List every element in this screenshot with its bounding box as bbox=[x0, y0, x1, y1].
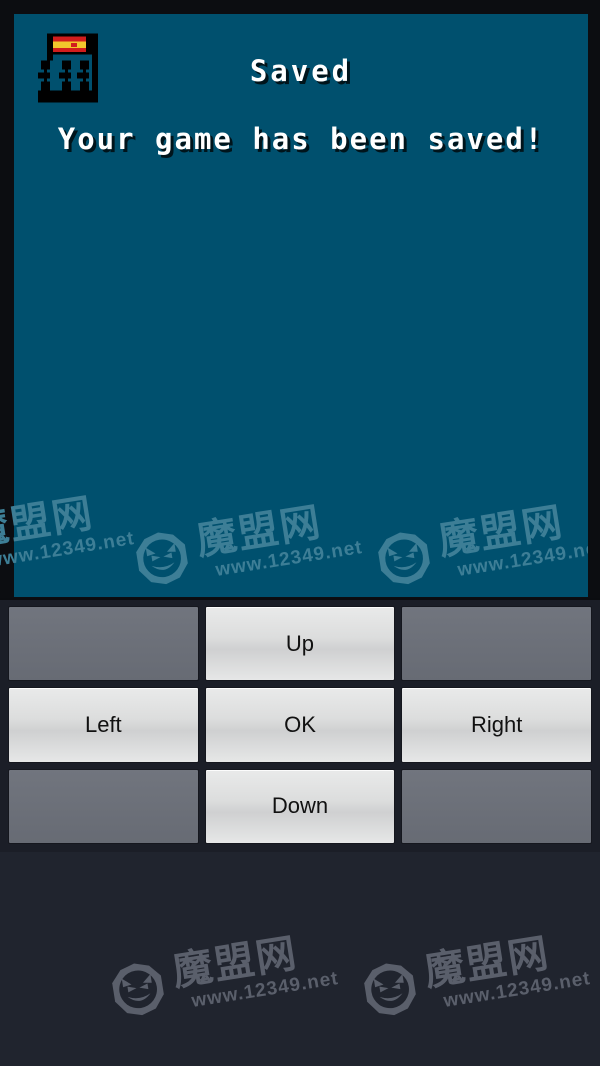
dpad-up-button[interactable]: Up bbox=[204, 606, 396, 682]
watermark-cn-text: 魔盟网 bbox=[193, 499, 325, 565]
dpad-left-button[interactable]: Left bbox=[8, 687, 199, 763]
dpad-blank-bottom-right[interactable] bbox=[401, 768, 592, 844]
watermark-bottom-left: 魔盟网 www.12349.net bbox=[108, 930, 340, 1015]
watermark-screen-right: 魔盟网 www.12349.net bbox=[374, 499, 588, 584]
dpad-control-panel: Up Left OK Right Down bbox=[0, 600, 600, 852]
game-viewport: 魔盟网 www.12349.net 魔盟网 www.12349.net Save… bbox=[14, 14, 588, 597]
dpad-blank-bottom-left[interactable] bbox=[8, 768, 199, 844]
watermark-cn-text: 魔盟网 bbox=[421, 930, 553, 996]
dialog-message: Your game has been saved! bbox=[57, 122, 545, 156]
watermark-url-text: www.12349.net bbox=[456, 536, 588, 581]
dpad-right-button[interactable]: Right bbox=[401, 687, 592, 763]
dpad-blank-top-right[interactable] bbox=[401, 606, 592, 682]
watermark-screen-left: 魔盟网 www.12349.net bbox=[132, 499, 364, 584]
dpad-ok-button[interactable]: OK bbox=[204, 687, 396, 763]
watermark-bottom-right: 魔盟网 www.12349.net bbox=[360, 930, 592, 1015]
imp-face-logo bbox=[129, 525, 195, 591]
watermark-url-text: www.12349.net bbox=[190, 967, 341, 1012]
phone-screen: 魔盟网 www.12349.net 魔盟网 www.12349.net Save… bbox=[0, 0, 600, 1066]
watermark-url-text: www.12349.net bbox=[442, 967, 593, 1012]
dialog-title: Saved bbox=[249, 54, 353, 88]
dpad-down-button[interactable]: Down bbox=[204, 768, 396, 844]
watermark-cn-text: 魔盟网 bbox=[169, 930, 301, 996]
dpad-blank-top-left[interactable] bbox=[8, 606, 199, 682]
imp-face-logo bbox=[357, 956, 423, 1022]
imp-face-logo bbox=[105, 956, 171, 1022]
watermark-cn-text: 魔盟网 bbox=[435, 499, 567, 565]
imp-face-logo bbox=[371, 525, 437, 591]
watermark-url-text: www.12349.net bbox=[214, 536, 365, 581]
